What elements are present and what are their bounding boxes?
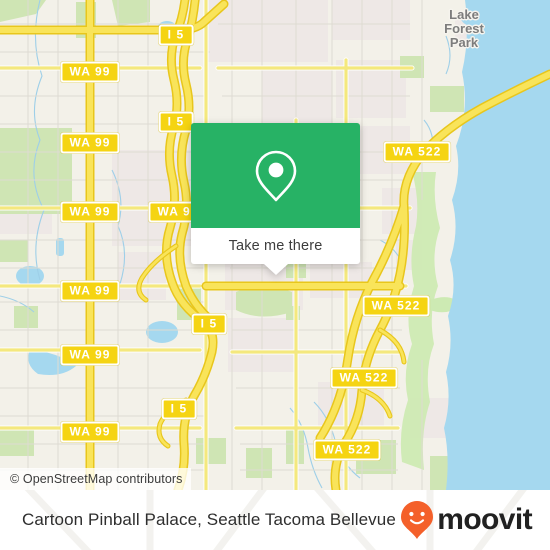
highway-shield: WA 522 [362,295,430,317]
moovit-brand[interactable]: moovit [400,500,533,540]
highway-shield: WA 522 [330,367,398,389]
popup-header [191,123,360,228]
take-me-there-button[interactable]: Take me there [191,228,360,275]
osm-attribution[interactable]: © OpenStreetMap contributors [0,468,191,490]
take-me-there-label: Take me there [228,238,323,254]
highway-shield: WA 99 [60,280,120,302]
moovit-wordmark: moovit [437,503,532,536]
place-popup-card[interactable]: Take me there [191,123,360,275]
map-pin-icon [255,150,296,201]
highway-shield: WA 99 [60,132,120,154]
highway-shield: WA 522 [383,141,451,163]
highway-shield: WA 99 [60,344,120,366]
popup-tail [263,264,288,275]
highway-shield: WA 522 [313,439,381,461]
highway-shield: I 5 [161,398,197,420]
map-screenshot: Lake Forest Park I 5 WA 99 I 5 WA 99 WA 522 WA … [0,0,550,550]
highway-shield: WA 99 [60,61,120,83]
highway-shield: I 5 [158,24,194,46]
footer-bar: Cartoon Pinball Palace, Seattle Tacoma B… [0,490,550,550]
highway-shield: I 5 [191,313,227,335]
highway-shield: I 5 [158,111,194,133]
moovit-pin-icon [401,501,434,539]
place-title: Cartoon Pinball Palace, Seattle Tacoma B… [22,510,396,529]
highway-shield: WA 99 [60,201,120,223]
highway-shield: WA 99 [60,421,120,443]
